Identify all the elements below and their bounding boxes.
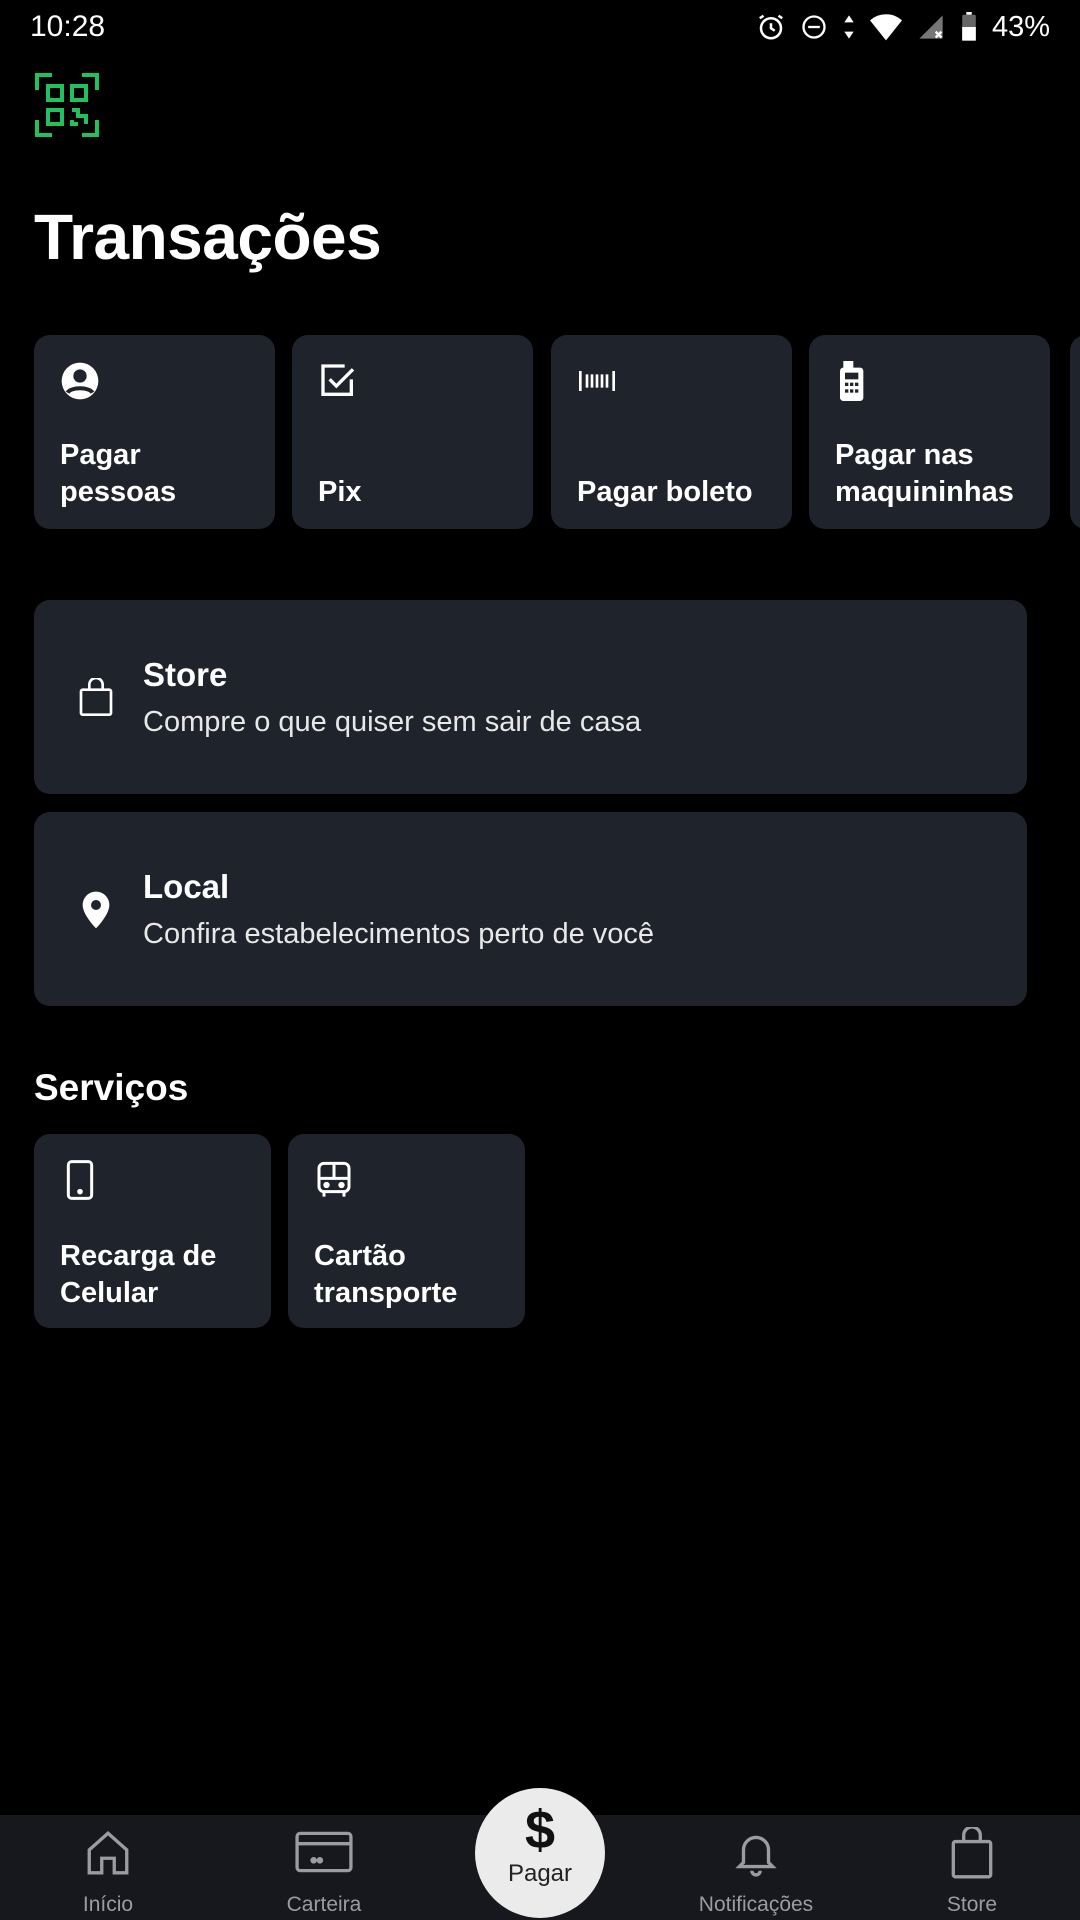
- qr-code-icon: [35, 73, 99, 137]
- pix-card[interactable]: Pix: [292, 335, 533, 529]
- checkbox-icon: [321, 364, 355, 396]
- nav-label: Store: [946, 1893, 998, 1916]
- card-label: Pix: [318, 476, 362, 508]
- home-icon: [87, 1831, 129, 1875]
- card-label: Recarga de Celular: [60, 1240, 217, 1309]
- transactions-carousel[interactable]: Pagar pessoas Pix Pagar boleto Pagar nas…: [34, 335, 1080, 529]
- card-label: Pagar boleto: [577, 476, 753, 508]
- shopping-bag-icon: [79, 678, 113, 716]
- local-title: Local: [143, 868, 230, 905]
- store-subtitle: Compre o que quiser sem sair de casa: [143, 706, 642, 738]
- dollar-icon: $: [524, 1800, 556, 1860]
- bus-icon: [317, 1161, 351, 1197]
- location-pin-icon: [82, 891, 110, 929]
- nav-carteira[interactable]: Carteira: [224, 1815, 424, 1920]
- signal-icon: [919, 15, 943, 39]
- alarm-icon: [759, 14, 783, 40]
- card-label: Pagar pessoas: [60, 439, 177, 508]
- nav-inicio[interactable]: Início: [8, 1815, 208, 1920]
- pagar-pessoas-card[interactable]: Pagar pessoas: [34, 335, 275, 529]
- status-icons: 43%: [756, 11, 1050, 44]
- page-title: Transações: [34, 201, 382, 273]
- pagar-maquininhas-card[interactable]: Pagar nas maquininhas: [809, 335, 1050, 529]
- status-time: 10:28: [30, 10, 106, 43]
- nav-label: Início: [82, 1893, 134, 1916]
- card-label: Cartão transporte: [314, 1240, 458, 1309]
- store-card[interactable]: Store Compre o que quiser sem sair de ca…: [34, 600, 1027, 794]
- bell-icon: [735, 1835, 777, 1877]
- barcode-icon: [579, 371, 615, 391]
- pagar-boleto-card[interactable]: Pagar boleto: [551, 335, 792, 529]
- nav-label: Notificações: [698, 1893, 814, 1916]
- recarga-celular-card[interactable]: Recarga de Celular: [34, 1134, 271, 1328]
- store-title: Store: [143, 656, 228, 693]
- shopping-bag-icon: [951, 1827, 993, 1879]
- next-card-partial[interactable]: [1070, 335, 1080, 529]
- services-title: Serviços: [34, 1067, 189, 1108]
- wifi-icon: [869, 14, 902, 41]
- nav-notificacoes[interactable]: Notificações: [656, 1815, 856, 1920]
- battery-icon: [962, 12, 976, 41]
- card-machine-icon: [840, 361, 864, 401]
- pay-button[interactable]: $ Pagar: [475, 1788, 605, 1918]
- dnd-icon: [802, 15, 826, 39]
- card-label: Pagar nas maquininhas: [835, 439, 1014, 508]
- nav-store[interactable]: Store: [872, 1815, 1072, 1920]
- local-subtitle: Confira estabelecimentos perto de você: [143, 918, 655, 950]
- battery-percent: 43%: [991, 10, 1050, 43]
- local-card[interactable]: Local Confira estabelecimentos perto de …: [34, 812, 1027, 1006]
- pay-label: Pagar: [507, 1860, 573, 1887]
- nav-label: Carteira: [286, 1893, 362, 1916]
- wallet-card-icon: [295, 1831, 353, 1873]
- cartao-transporte-card[interactable]: Cartão transporte: [288, 1134, 525, 1328]
- qr-scan-button[interactable]: [34, 72, 100, 138]
- data-arrows-icon: [844, 15, 854, 39]
- person-circle-icon: [61, 362, 99, 400]
- status-bar: 10:28 43%: [0, 0, 1080, 54]
- phone-icon: [66, 1160, 94, 1200]
